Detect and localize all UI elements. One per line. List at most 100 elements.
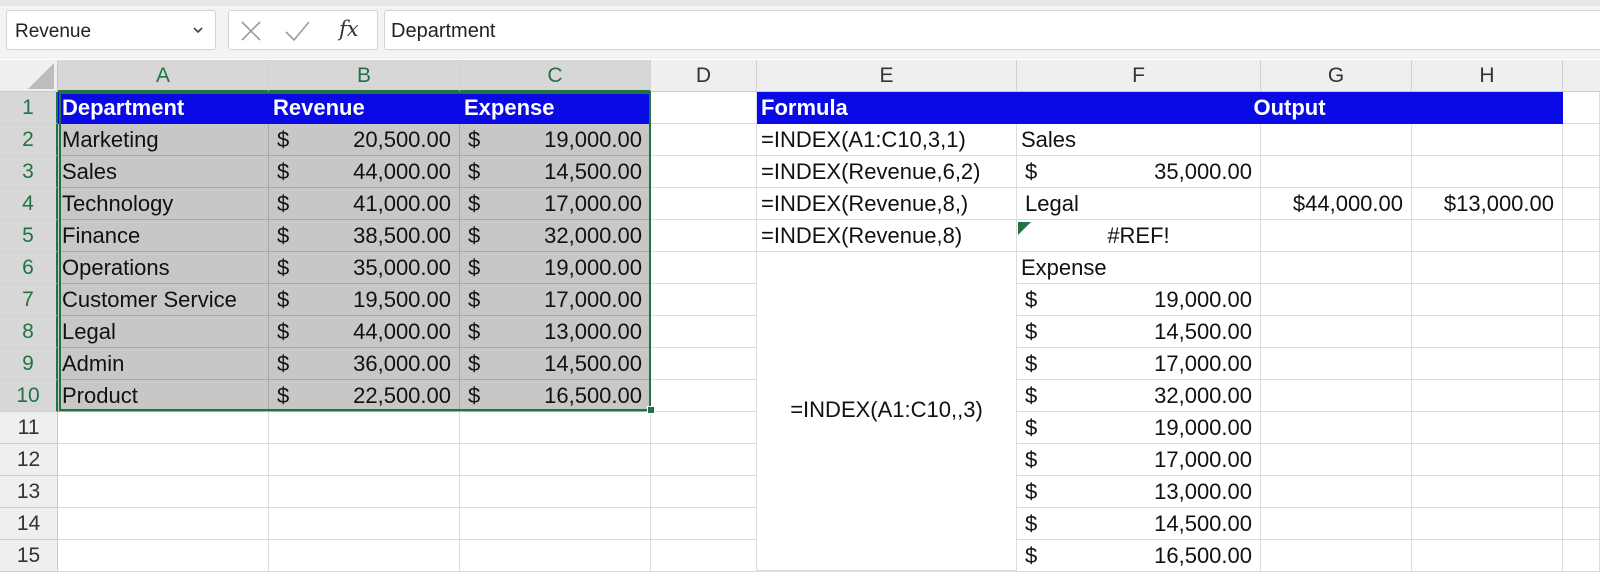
row-header-6[interactable]: 6: [0, 252, 58, 284]
column-header-c[interactable]: C: [460, 60, 651, 92]
cell-c5[interactable]: $32,000.00: [460, 220, 651, 252]
cell-c9[interactable]: $14,500.00: [460, 348, 651, 380]
cell-f3[interactable]: $35,000.00: [1017, 156, 1261, 188]
grid-cell[interactable]: [1563, 540, 1600, 572]
grid-cell[interactable]: [1261, 508, 1412, 540]
grid-cell[interactable]: [460, 540, 651, 572]
cell-f13[interactable]: $13,000.00: [1017, 476, 1261, 508]
grid-cell[interactable]: [1412, 380, 1563, 412]
grid-cell[interactable]: [1412, 348, 1563, 380]
cell-e1[interactable]: Formula: [757, 92, 1017, 124]
cell-e5[interactable]: =INDEX(Revenue,8): [757, 220, 1017, 252]
cell-e2[interactable]: =INDEX(A1:C10,3,1): [757, 124, 1017, 156]
grid-cell[interactable]: [1563, 188, 1600, 220]
grid-cell[interactable]: [58, 476, 269, 508]
grid-cell[interactable]: [1563, 252, 1600, 284]
grid-cell[interactable]: [1261, 540, 1412, 572]
cell-f6[interactable]: Expense: [1017, 252, 1261, 284]
row-header-12[interactable]: 12: [0, 444, 58, 476]
grid-cell[interactable]: [460, 444, 651, 476]
cell-a4[interactable]: Technology: [58, 188, 269, 220]
grid-cell[interactable]: [1261, 124, 1412, 156]
cell-f5[interactable]: #REF!: [1017, 220, 1261, 252]
cell-a9[interactable]: Admin: [58, 348, 269, 380]
cell-c7[interactable]: $17,000.00: [460, 284, 651, 316]
grid-cell[interactable]: [269, 444, 460, 476]
cell-c3[interactable]: $14,500.00: [460, 156, 651, 188]
cell-e3[interactable]: =INDEX(Revenue,6,2): [757, 156, 1017, 188]
cell-b7[interactable]: $19,500.00: [269, 284, 460, 316]
grid-cell[interactable]: [651, 252, 757, 284]
cell-b8[interactable]: $44,000.00: [269, 316, 460, 348]
enter-check-icon[interactable]: [283, 17, 311, 45]
grid-cell[interactable]: [1563, 124, 1600, 156]
grid-cell[interactable]: [1412, 252, 1563, 284]
grid-cell[interactable]: [1563, 412, 1600, 444]
grid-cell[interactable]: [1412, 444, 1563, 476]
row-header-7[interactable]: 7: [0, 284, 58, 316]
cell-b2[interactable]: $20,500.00: [269, 124, 460, 156]
cell-f2[interactable]: Sales: [1017, 124, 1261, 156]
grid-cell[interactable]: [651, 380, 757, 412]
cell-c8[interactable]: $13,000.00: [460, 316, 651, 348]
row-header-10[interactable]: 10: [0, 380, 58, 412]
grid-cell[interactable]: [460, 508, 651, 540]
grid-cell[interactable]: [1563, 380, 1600, 412]
chevron-down-icon[interactable]: [191, 23, 205, 37]
column-header-e[interactable]: E: [757, 60, 1017, 92]
grid-cell[interactable]: [1563, 508, 1600, 540]
cell-a5[interactable]: Finance: [58, 220, 269, 252]
select-all-corner[interactable]: [0, 60, 58, 92]
grid-cell[interactable]: [651, 220, 757, 252]
grid-cell[interactable]: [651, 92, 757, 124]
grid-cell[interactable]: [651, 476, 757, 508]
cell-c4[interactable]: $17,000.00: [460, 188, 651, 220]
cell-a6[interactable]: Operations: [58, 252, 269, 284]
grid-cell[interactable]: [1563, 92, 1600, 124]
cell-f14[interactable]: $14,500.00: [1017, 508, 1261, 540]
row-header-5[interactable]: 5: [0, 220, 58, 252]
grid-cell[interactable]: [1412, 476, 1563, 508]
column-header-f[interactable]: F: [1017, 60, 1261, 92]
row-header-1[interactable]: 1: [0, 92, 58, 124]
grid-cell[interactable]: [1563, 476, 1600, 508]
grid-cell[interactable]: [651, 156, 757, 188]
grid-cell[interactable]: [1563, 156, 1600, 188]
grid-cell[interactable]: [460, 476, 651, 508]
cell-a10[interactable]: Product: [58, 380, 269, 412]
grid-cell[interactable]: [1563, 348, 1600, 380]
grid-cell[interactable]: [1261, 444, 1412, 476]
grid-cell[interactable]: [1261, 348, 1412, 380]
row-header-8[interactable]: 8: [0, 316, 58, 348]
grid-cell[interactable]: [1261, 156, 1412, 188]
grid-cell[interactable]: [651, 348, 757, 380]
name-box[interactable]: Revenue: [6, 10, 216, 50]
grid-cell[interactable]: [651, 444, 757, 476]
cell-h4[interactable]: $13,000.00: [1412, 188, 1563, 220]
cell-b5[interactable]: $38,500.00: [269, 220, 460, 252]
grid-cell[interactable]: [58, 412, 269, 444]
cell-f12[interactable]: $17,000.00: [1017, 444, 1261, 476]
cell-f15[interactable]: $16,500.00: [1017, 540, 1261, 572]
cell-e4[interactable]: =INDEX(Revenue,8,): [757, 188, 1017, 220]
grid-cell[interactable]: [651, 188, 757, 220]
cell-f11[interactable]: $19,000.00: [1017, 412, 1261, 444]
cell-c10[interactable]: $16,500.00: [460, 380, 651, 412]
column-header-d[interactable]: D: [651, 60, 757, 92]
cell-a7[interactable]: Customer Service: [58, 284, 269, 316]
formula-input[interactable]: Department: [384, 10, 1600, 50]
grid-cell[interactable]: [1412, 220, 1563, 252]
grid-cell[interactable]: [269, 412, 460, 444]
row-header-4[interactable]: 4: [0, 188, 58, 220]
column-header-b[interactable]: B: [269, 60, 460, 92]
grid-cell[interactable]: [1261, 316, 1412, 348]
cell-b6[interactable]: $35,000.00: [269, 252, 460, 284]
cell-f8[interactable]: $14,500.00: [1017, 316, 1261, 348]
grid-cell[interactable]: [460, 412, 651, 444]
grid-cell[interactable]: [1563, 444, 1600, 476]
grid-cell[interactable]: [1261, 284, 1412, 316]
column-header-g[interactable]: G: [1261, 60, 1412, 92]
grid-cell[interactable]: [1412, 508, 1563, 540]
grid-cell[interactable]: [1412, 124, 1563, 156]
row-header-14[interactable]: 14: [0, 508, 58, 540]
